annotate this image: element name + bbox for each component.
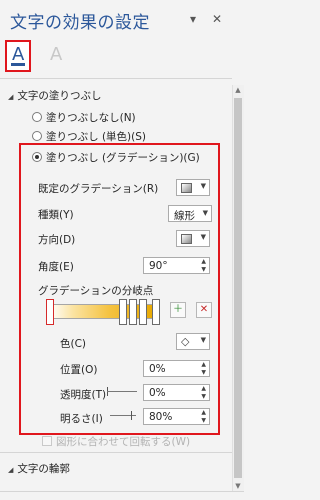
brightness-slider-thumb[interactable] [131, 411, 132, 420]
spin-down-icon[interactable]: ▼ [201, 417, 206, 424]
radio-button[interactable] [32, 112, 42, 122]
expand-triangle-icon: ◢ [8, 466, 14, 474]
effect-tabs: A A [0, 38, 244, 78]
gradient-stops-label: グラデーションの分岐点 [38, 285, 154, 297]
rotate-with-shape-checkbox[interactable]: 図形に合わせて回転する(W) [42, 434, 190, 449]
preset-gradient-label: 既定のグラデーション(R) [38, 183, 159, 195]
gradient-swatch-icon [181, 183, 192, 193]
gradient-stop[interactable] [119, 299, 127, 325]
gradient-direction-label: 方向(D) [38, 234, 76, 246]
text-effects-icon: A [50, 44, 63, 65]
radio-solid-fill[interactable]: 塗りつぶし (単色)(S) [32, 129, 146, 144]
gradient-direction-dropdown[interactable]: ▼ [176, 230, 210, 247]
remove-gradient-stop-icon[interactable]: ✕ [196, 302, 212, 318]
expand-triangle-icon: ◢ [8, 93, 14, 101]
gradient-stop[interactable] [152, 299, 160, 325]
outline-section-header[interactable]: ◢ 文字の輪郭 [8, 461, 70, 476]
chevron-down-icon: ▼ [202, 209, 208, 217]
transparency-slider[interactable] [107, 391, 137, 392]
spin-up-icon[interactable]: ▲ [201, 258, 206, 265]
gradient-type-label: 種類(Y) [38, 209, 74, 221]
fill-section-header[interactable]: ◢ 文字の塗りつぶし [8, 88, 102, 103]
chevron-down-icon: ▼ [200, 336, 206, 344]
gradient-stop[interactable] [139, 299, 147, 325]
pane-options-chevron-icon[interactable]: ▾ [190, 12, 196, 26]
brightness-label: 明るさ(I) [60, 413, 103, 425]
chevron-down-icon: ▼ [200, 233, 206, 241]
tab-text-effects[interactable]: A [50, 44, 62, 65]
direction-swatch-icon [181, 234, 192, 244]
gradient-stop[interactable] [129, 299, 137, 325]
spin-down-icon[interactable]: ▼ [201, 369, 206, 376]
text-fill-outline-icon: A [12, 44, 25, 65]
pane-title: 文字の効果の設定 [10, 13, 150, 33]
bottom-divider [0, 491, 244, 492]
angle-label: 角度(E) [38, 261, 74, 273]
radio-button[interactable] [32, 131, 42, 141]
checkbox[interactable] [42, 436, 52, 446]
paint-bucket-icon: ◇ [181, 335, 190, 348]
color-picker-dropdown[interactable]: ◇ ▼ [176, 333, 210, 350]
tab-text-fill-outline[interactable]: A [5, 40, 31, 72]
scroll-up-arrow-icon[interactable]: ▲ [232, 85, 244, 95]
transparency-label: 透明度(T) [60, 389, 107, 401]
chevron-down-icon: ▼ [200, 182, 206, 190]
gradient-stop-selected[interactable] [46, 299, 54, 325]
spin-down-icon[interactable]: ▼ [201, 393, 206, 400]
divider [0, 78, 232, 79]
spin-up-icon[interactable]: ▲ [201, 409, 206, 416]
color-label: 色(C) [60, 338, 87, 350]
divider [0, 452, 232, 453]
angle-spinner[interactable]: 90° ▲ ▼ [143, 257, 210, 274]
position-label: 位置(O) [60, 364, 98, 376]
brightness-spinner[interactable]: 80% ▲ ▼ [143, 408, 210, 425]
scroll-down-arrow-icon[interactable]: ▼ [232, 481, 244, 491]
close-icon[interactable]: ✕ [212, 12, 222, 26]
brightness-slider[interactable] [110, 415, 136, 416]
gradient-type-select[interactable]: 線形 ▼ [168, 205, 212, 222]
spin-up-icon[interactable]: ▲ [201, 361, 206, 368]
transparency-spinner[interactable]: 0% ▲ ▼ [143, 384, 210, 401]
spin-down-icon[interactable]: ▼ [201, 266, 206, 273]
add-gradient-stop-icon[interactable]: ＋ [170, 302, 186, 318]
radio-no-fill[interactable]: 塗りつぶしなし(N) [32, 110, 136, 125]
spin-up-icon[interactable]: ▲ [201, 385, 206, 392]
position-spinner[interactable]: 0% ▲ ▼ [143, 360, 210, 377]
scrollbar-thumb[interactable] [234, 98, 242, 478]
preset-gradient-dropdown[interactable]: ▼ [176, 179, 210, 196]
